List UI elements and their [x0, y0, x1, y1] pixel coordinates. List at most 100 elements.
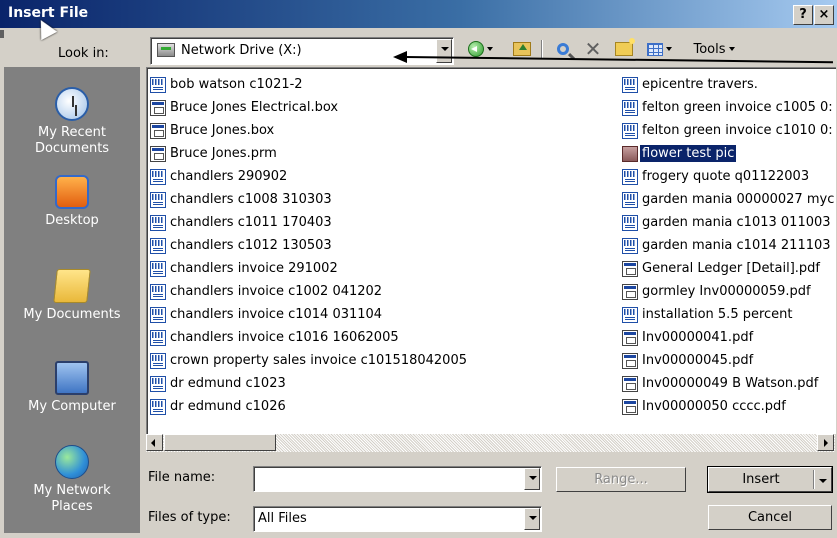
title-bar[interactable]: Insert File ? × — [0, 0, 837, 28]
list-item[interactable]: felton green invoice c1010 0: — [619, 119, 836, 142]
cancel-button[interactable]: Cancel — [708, 505, 832, 530]
scroll-right-button[interactable] — [817, 434, 834, 451]
generic-file-icon — [622, 329, 638, 346]
look-in-dropdown-arrow[interactable] — [436, 39, 452, 63]
close-button[interactable]: × — [814, 5, 834, 25]
list-item[interactable]: Bruce Jones Electrical.box — [147, 96, 469, 119]
place-my-computer[interactable]: My Computer — [4, 361, 140, 415]
generic-file-icon — [622, 260, 638, 277]
file-name: bob watson c1021-2 — [170, 77, 303, 92]
file-name: chandlers 290902 — [170, 169, 288, 184]
list-item[interactable]: chandlers invoice c1014 031104 — [147, 303, 469, 326]
word-document-icon — [150, 168, 166, 185]
my-computer-icon — [55, 361, 89, 395]
file-name: gormley Inv00000059.pdf — [642, 284, 811, 299]
file-column-right: epicentre travers. felton green invoice … — [619, 73, 836, 418]
back-icon — [467, 41, 484, 57]
file-type-dropdown[interactable]: All Files — [253, 506, 542, 532]
list-item[interactable]: crown property sales invoice c1015180420… — [147, 349, 469, 372]
chevron-down-icon — [486, 47, 493, 51]
generic-file-icon — [150, 145, 166, 162]
file-type-dropdown-arrow[interactable] — [524, 508, 540, 530]
list-item[interactable]: dr edmund c1026 — [147, 395, 469, 418]
generic-file-icon — [150, 122, 166, 139]
place-label: My Computer — [28, 399, 116, 414]
list-item[interactable]: chandlers invoice c1016 16062005 — [147, 326, 469, 349]
generic-file-icon — [622, 352, 638, 369]
list-item[interactable]: gormley Inv00000059.pdf — [619, 280, 836, 303]
search-web-button[interactable] — [551, 38, 575, 60]
look-in-label: Look in: — [58, 46, 109, 61]
file-name-field[interactable] — [253, 466, 542, 492]
list-item[interactable]: chandlers c1008 310303 — [147, 188, 469, 211]
scroll-thumb[interactable] — [164, 434, 276, 451]
list-item[interactable]: chandlers c1012 130503 — [147, 234, 469, 257]
list-item[interactable]: dr edmund c1023 — [147, 372, 469, 395]
list-item[interactable]: Inv00000049 B Watson.pdf — [619, 372, 836, 395]
list-item[interactable]: frogery quote q01122003 — [619, 165, 836, 188]
insert-button[interactable]: Insert — [707, 466, 833, 493]
file-list[interactable]: bob watson c1021-2 Bruce Jones Electrica… — [146, 67, 836, 434]
list-item[interactable]: chandlers invoice 291002 — [147, 257, 469, 280]
place-my-network-places[interactable]: My Network Places — [4, 445, 140, 515]
file-name: chandlers invoice c1002 041202 — [170, 284, 383, 299]
search-web-icon — [557, 43, 569, 55]
scroll-left-button[interactable] — [146, 434, 163, 451]
delete-button[interactable]: ✕ — [581, 38, 605, 60]
word-document-icon — [622, 237, 638, 254]
word-document-icon — [150, 398, 166, 415]
list-item[interactable]: garden mania c1013 011003 — [619, 211, 836, 234]
word-document-icon — [622, 76, 638, 93]
file-name: Inv00000041.pdf — [642, 330, 754, 345]
list-item[interactable]: bob watson c1021-2 — [147, 73, 469, 96]
list-item[interactable]: garden mania 00000027 myc — [619, 188, 836, 211]
generic-file-icon — [622, 398, 638, 415]
list-item[interactable]: General Ledger [Detail].pdf — [619, 257, 836, 280]
network-places-icon — [55, 445, 89, 479]
file-name: dr edmund c1023 — [170, 376, 286, 391]
place-desktop[interactable]: Desktop — [4, 175, 140, 229]
word-document-icon — [622, 306, 638, 323]
generic-file-icon — [150, 99, 166, 116]
range-button[interactable]: Range... — [556, 467, 686, 492]
file-name: chandlers invoice c1016 16062005 — [170, 330, 399, 345]
file-name-label: File name: — [148, 470, 216, 485]
word-document-icon — [622, 99, 638, 116]
tools-menu-button[interactable]: Tools — [680, 38, 748, 60]
list-item[interactable]: chandlers invoice c1002 041202 — [147, 280, 469, 303]
list-item[interactable]: Inv00000041.pdf — [619, 326, 836, 349]
list-item[interactable]: garden mania c1014 211103 — [619, 234, 836, 257]
horizontal-scrollbar[interactable] — [146, 434, 835, 452]
list-item[interactable]: felton green invoice c1005 0: — [619, 96, 836, 119]
split-separator — [813, 470, 815, 489]
chevron-down-icon[interactable] — [819, 479, 827, 483]
look-in-dropdown[interactable]: Network Drive (X:) — [150, 37, 454, 65]
file-name: Bruce Jones.prm — [170, 146, 277, 161]
file-name: chandlers c1008 310303 — [170, 192, 332, 207]
list-item[interactable]: Bruce Jones.prm — [147, 142, 469, 165]
file-name: Inv00000045.pdf — [642, 353, 754, 368]
generic-file-icon — [622, 283, 638, 300]
word-document-icon — [150, 237, 166, 254]
file-name-dropdown-arrow[interactable] — [524, 468, 540, 490]
help-button[interactable]: ? — [793, 5, 813, 25]
word-document-icon — [622, 214, 638, 231]
list-item[interactable]: installation 5.5 percent — [619, 303, 836, 326]
place-my-documents[interactable]: My Documents — [4, 269, 140, 323]
list-item[interactable]: Inv00000045.pdf — [619, 349, 836, 372]
desktop-icon — [55, 175, 89, 209]
list-item[interactable]: Inv00000050 cccc.pdf — [619, 395, 836, 418]
views-button[interactable] — [642, 38, 676, 60]
place-my-recent-documents[interactable]: My Recent Documents — [4, 87, 140, 157]
list-item[interactable]: epicentre travers. — [619, 73, 836, 96]
list-item[interactable]: chandlers c1011 170403 — [147, 211, 469, 234]
file-name: flower test pic — [638, 144, 738, 163]
look-in-value: Network Drive (X:) — [181, 43, 302, 58]
list-item[interactable]: chandlers 290902 — [147, 165, 469, 188]
file-name: crown property sales invoice c1015180420… — [170, 353, 467, 368]
new-folder-button[interactable] — [612, 38, 636, 60]
list-item-selected[interactable]: flower test pic — [619, 142, 836, 165]
file-name: garden mania c1014 211103 — [642, 238, 831, 253]
file-name: chandlers c1012 130503 — [170, 238, 332, 253]
list-item[interactable]: Bruce Jones.box — [147, 119, 469, 142]
